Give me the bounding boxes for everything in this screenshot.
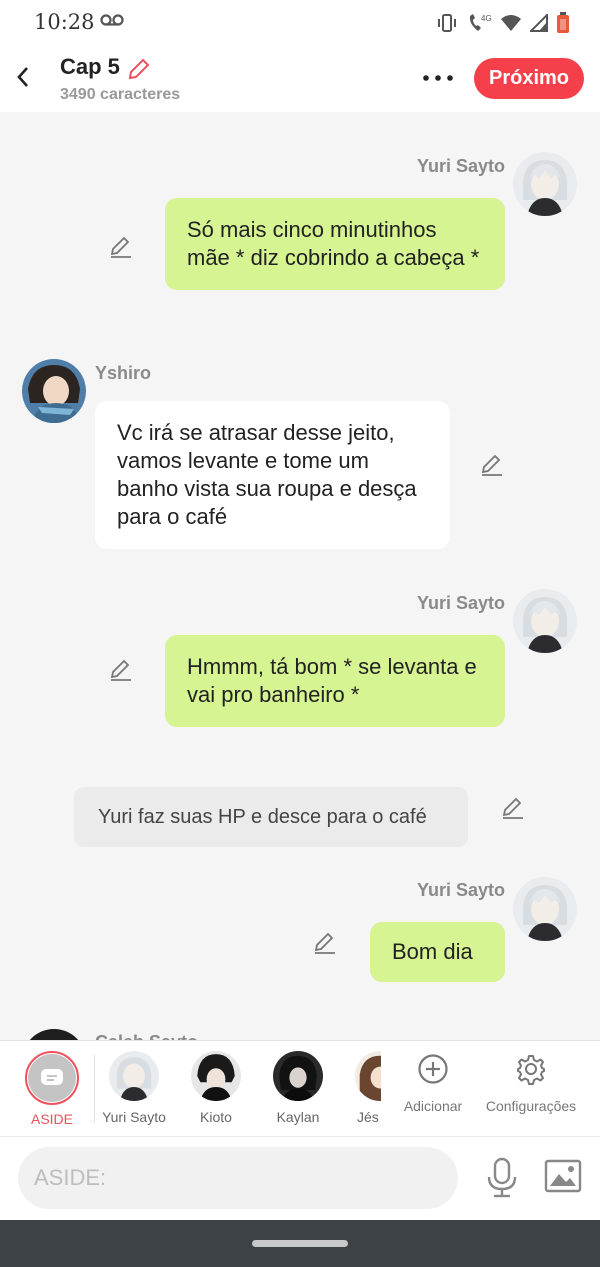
- wifi-calling-icon: 4G: [469, 14, 492, 31]
- character-label: Kioto: [200, 1109, 232, 1125]
- character-yuri-sayto[interactable]: Yuri Sayto: [93, 1051, 175, 1125]
- character-label: Yuri Sayto: [102, 1109, 166, 1125]
- narration-bubble[interactable]: Yuri faz suas HP e desce para o café: [74, 787, 468, 847]
- battery-icon: [557, 12, 569, 33]
- add-circle-icon: [418, 1054, 448, 1084]
- edit-title-icon[interactable]: [126, 56, 152, 82]
- editor-header: Cap 5 3490 caracteres Próximo: [0, 46, 600, 112]
- character-avatar: [355, 1051, 381, 1101]
- chat-area[interactable]: Yuri Sayto Só mais cinco minutinhos mãe …: [0, 112, 600, 1040]
- character-bar: ASIDE Yuri Sayto Kioto Kaylan Jés Adicio…: [0, 1040, 600, 1136]
- character-label: Kaylan: [276, 1109, 320, 1125]
- message-speaker-name: Yuri Sayto: [416, 880, 505, 900]
- microphone-icon[interactable]: [484, 1157, 520, 1199]
- next-button[interactable]: Próximo: [474, 58, 584, 99]
- message-speaker-name: Yuri Sayto: [416, 156, 505, 176]
- edit-message-icon[interactable]: [479, 452, 505, 478]
- back-arrow-icon[interactable]: [12, 62, 36, 92]
- avatar-yshiro[interactable]: [22, 359, 86, 423]
- voicemail-icon: [100, 14, 124, 26]
- chat-bubble-icon: [41, 1069, 63, 1085]
- signal-icon: [530, 14, 548, 32]
- character-kaylan[interactable]: Kaylan: [257, 1051, 339, 1125]
- settings-button[interactable]: Configurações: [484, 1053, 578, 1114]
- system-nav-bar: [0, 1220, 600, 1267]
- input-bar: [0, 1136, 600, 1220]
- wifi-icon: [501, 15, 521, 31]
- edit-message-icon[interactable]: [108, 234, 134, 260]
- character-avatar: [191, 1051, 241, 1101]
- message-speaker-name: Yshiro: [95, 363, 152, 383]
- avatar-yuri-sayto[interactable]: [513, 877, 577, 941]
- more-options-icon[interactable]: [420, 66, 456, 90]
- message-input[interactable]: [18, 1147, 458, 1209]
- home-gesture-handle[interactable]: [252, 1240, 348, 1247]
- settings-label: Configurações: [485, 1098, 577, 1114]
- message-bubble[interactable]: Só mais cinco minutinhos mãe * diz cobri…: [165, 198, 505, 290]
- avatar-yuri-sayto[interactable]: [513, 589, 577, 653]
- edit-message-icon[interactable]: [312, 930, 338, 956]
- character-jes[interactable]: Jés: [339, 1051, 381, 1125]
- add-character-button[interactable]: Adicionar: [400, 1053, 466, 1114]
- character-count: 3490 caracteres: [60, 86, 181, 103]
- character-kioto[interactable]: Kioto: [175, 1051, 257, 1125]
- character-avatar: [273, 1051, 323, 1101]
- message-speaker-name: Yuri Sayto: [416, 593, 505, 613]
- message-bubble[interactable]: Bom dia: [370, 922, 505, 982]
- message-bubble[interactable]: Vc irá se atrasar desse jeito, vamos lev…: [95, 401, 450, 549]
- aside-label: ASIDE: [30, 1111, 73, 1127]
- character-avatar: [109, 1051, 159, 1101]
- status-time: 10:28: [34, 10, 95, 34]
- edit-message-icon[interactable]: [500, 795, 526, 821]
- avatar-yuri-sayto[interactable]: [513, 152, 577, 216]
- character-label: Jés: [357, 1109, 379, 1125]
- network-label: 4G: [481, 14, 492, 23]
- image-icon[interactable]: [544, 1159, 582, 1193]
- gear-icon: [517, 1055, 545, 1085]
- message-bubble[interactable]: Hmmm, tá bom * se levanta e vai pro banh…: [165, 635, 505, 727]
- edit-message-icon[interactable]: [108, 657, 134, 683]
- aside-selector[interactable]: ASIDE: [11, 1051, 93, 1127]
- add-label: Adicionar: [403, 1098, 463, 1114]
- message-speaker-name: Caleb Sayto: [95, 1032, 198, 1040]
- status-bar: 10:28 4G: [0, 0, 600, 46]
- avatar-caleb-sayto[interactable]: [22, 1029, 86, 1040]
- vibrate-icon: [438, 14, 456, 32]
- chapter-title[interactable]: Cap 5: [60, 54, 120, 80]
